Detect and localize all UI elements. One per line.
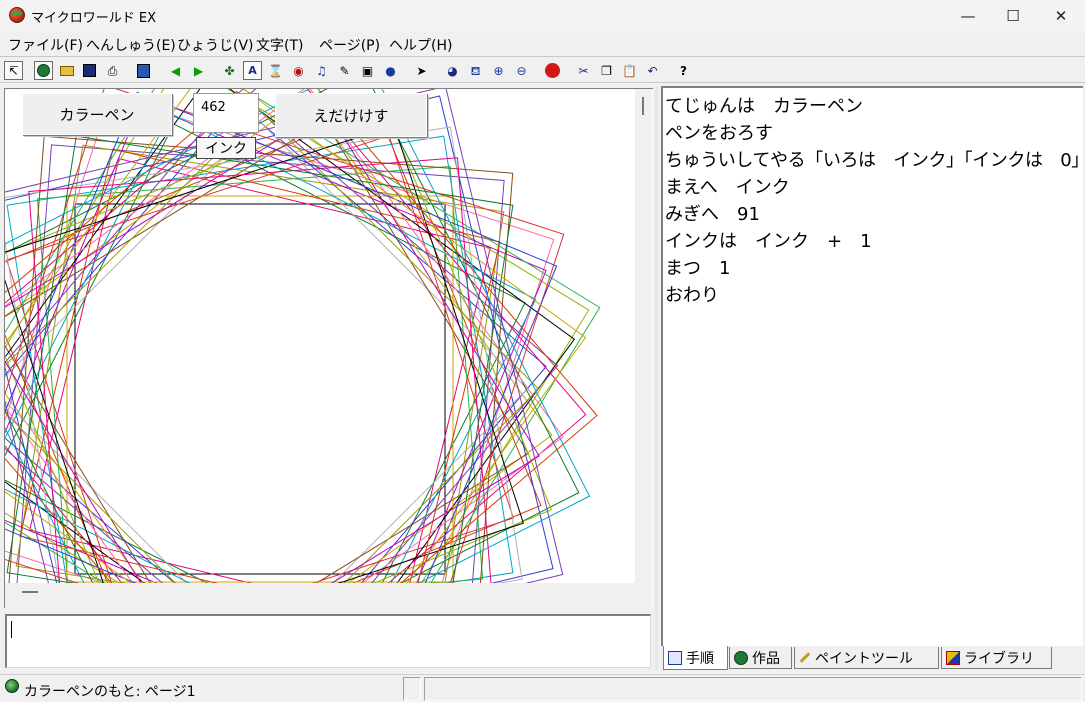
script-line: インクは インク + 1	[665, 231, 872, 252]
spiral-square-line	[36, 165, 484, 583]
select-arrow-icon[interactable]: ➤	[412, 61, 431, 80]
tab-library[interactable]: ライブラリ	[941, 647, 1052, 669]
status-pane	[403, 677, 421, 701]
spiral-square-line	[5, 89, 580, 583]
brush-icon[interactable]: ✎	[335, 61, 354, 80]
script-line: まつ 1	[665, 258, 731, 279]
zoom-out-icon[interactable]: ⊖	[512, 61, 531, 80]
erase-drawing-button[interactable]: えだけけす	[275, 93, 427, 137]
pointer-icon[interactable]: ↸	[4, 61, 23, 80]
tab-label: 手順	[686, 650, 714, 667]
paint-brush-icon	[799, 652, 811, 663]
script-line: みぎへ 91	[665, 204, 760, 225]
hourglass-icon[interactable]: ⌛	[266, 61, 285, 80]
eye-view-icon[interactable]: ◕	[443, 61, 462, 80]
video-icon[interactable]: ▣	[358, 61, 377, 80]
save-icon[interactable]	[80, 61, 99, 80]
eye-icon[interactable]: ◉	[289, 61, 308, 80]
undo-icon[interactable]: ↶	[643, 61, 662, 80]
menu-text[interactable]: 文字(T)	[256, 35, 303, 55]
status-bar: カラーペンのもと: ページ1	[0, 674, 1085, 702]
tab-label: 作品	[752, 650, 780, 667]
color-pen-button[interactable]: カラーペン	[22, 93, 172, 135]
spiral-square-line	[15, 144, 505, 583]
book-icon	[668, 650, 682, 665]
maximize-button[interactable]: ☐	[990, 0, 1036, 31]
menu-help[interactable]: ヘルプ(H)	[389, 35, 452, 55]
spiral-drawing	[5, 89, 601, 583]
music-note-icon[interactable]: ♫	[312, 61, 331, 80]
copy-icon[interactable]: ❐	[597, 61, 616, 80]
spiral-square-line	[66, 195, 454, 583]
vertical-scrollbar[interactable]	[635, 89, 652, 583]
open-folder-icon[interactable]	[57, 61, 76, 80]
tab-procedures[interactable]: 手順	[663, 646, 728, 670]
menu-file[interactable]: ファイル(F)	[8, 35, 83, 55]
ink-label: インク	[196, 137, 256, 159]
script-line: ちゅういしてやる「いろは インク」「インクは 0」	[665, 150, 1085, 171]
text-caret	[11, 621, 12, 638]
tab-paint-tools[interactable]: ペイントツール	[794, 647, 939, 669]
script-line: まえへ インク	[665, 177, 790, 198]
menu-page[interactable]: ページ(P)	[319, 35, 380, 55]
title-bar: マイクロワールド EX — ☐ ✕	[0, 0, 1085, 31]
vertical-scroll-thumb[interactable]	[642, 97, 644, 115]
turtle-canvas[interactable]: カラーペン 462 インク えだけけす	[5, 89, 635, 583]
script-line: ペンをおろす	[665, 123, 773, 144]
procedures-panel[interactable]: てじゅんは カラーペン ペンをおろす ちゅういしてやる「いろは インク」「インク…	[661, 86, 1085, 646]
app-logo-icon	[9, 7, 25, 23]
minimize-button[interactable]: —	[945, 0, 991, 31]
cut-icon[interactable]: ✂	[574, 61, 593, 80]
spiral-square-line	[5, 89, 575, 583]
new-turtle-icon[interactable]: ✤	[220, 61, 239, 80]
horizontal-scrollbar[interactable]	[5, 583, 652, 608]
status-pane	[424, 677, 1082, 701]
spiral-square-line	[5, 96, 553, 583]
toolbar: ↸ ⎙ ◀ ▶ ✤ A ⌛ ◉ ♫ ✎ ▣ ● ➤ ◕ ⛾ ⊕ ⊖ ✂ ❐ 📋 …	[0, 56, 1085, 83]
spiral-square-line	[6, 135, 514, 583]
spiral-square-line	[74, 203, 446, 575]
spiral-square-line	[6, 135, 514, 583]
forward-arrow-icon[interactable]: ▶	[189, 61, 208, 80]
text-box-icon[interactable]: A	[243, 61, 262, 80]
print-icon[interactable]: ⎙	[103, 61, 122, 80]
menu-edit[interactable]: へんしゅう(E)	[86, 35, 176, 55]
spiral-square-line	[5, 89, 591, 583]
command-center-input[interactable]	[5, 614, 651, 668]
tab-label: ライブラリ	[964, 650, 1034, 667]
help-icon[interactable]: ?	[674, 61, 693, 80]
horizontal-scroll-thumb[interactable]	[22, 591, 38, 593]
drawing-page: カラーペン 462 インク えだけけす	[4, 88, 653, 608]
spiral-square-line	[6, 135, 514, 583]
tab-label: ペイントツール	[815, 650, 913, 667]
close-button[interactable]: ✕	[1038, 0, 1084, 31]
spiral-square-line	[5, 120, 529, 583]
tab-project[interactable]: 作品	[729, 647, 792, 669]
menu-view[interactable]: ひょうじ(V)	[177, 35, 254, 55]
window-title: マイクロワールド EX	[31, 11, 156, 26]
ink-value-field[interactable]: 462	[193, 93, 259, 133]
script-line: おわり	[665, 285, 719, 306]
menu-bar: ファイル(F) へんしゅう(E) ひょうじ(V) 文字(T) ページ(P) ヘル…	[0, 31, 1085, 55]
paste-icon[interactable]: 📋	[620, 61, 639, 80]
back-arrow-icon[interactable]: ◀	[166, 61, 185, 80]
spiral-square-line	[5, 89, 587, 583]
zoom-in-icon[interactable]: ⊕	[489, 61, 508, 80]
page-layout-icon[interactable]	[134, 61, 153, 80]
stop-hand-icon[interactable]	[543, 61, 562, 80]
status-text: カラーペンのもと: ページ1	[24, 684, 196, 700]
pane-splitter[interactable]	[655, 86, 658, 670]
spiral-square-line	[5, 89, 590, 583]
spiral-square-line	[5, 120, 529, 583]
globe-icon	[734, 650, 748, 665]
script-line: てじゅんは カラーペン	[665, 96, 863, 117]
panel-tabs: 手順 作品 ペイントツール ライブラリ	[661, 646, 1085, 670]
globe-icon	[5, 679, 19, 693]
globe-icon[interactable]	[34, 61, 53, 80]
record-icon[interactable]: ●	[381, 61, 400, 80]
stamp-icon[interactable]: ⛾	[466, 61, 485, 80]
shapes-icon	[946, 650, 960, 665]
